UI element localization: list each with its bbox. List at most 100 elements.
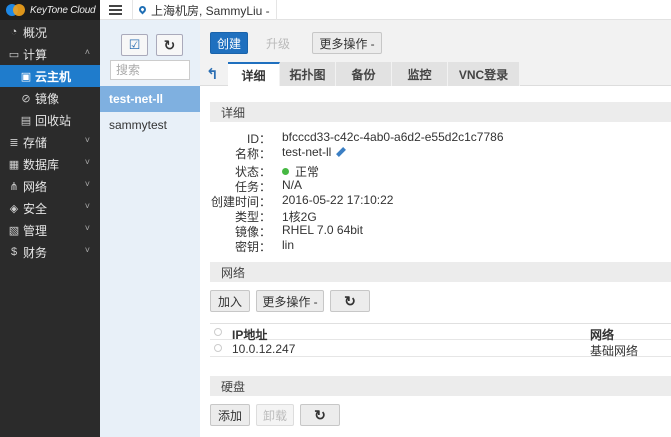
- tab-details[interactable]: 详细: [228, 62, 280, 86]
- sidebar-item-storage[interactable]: ≣ 存储 ˅: [0, 131, 100, 153]
- disk-section-header: 硬盘: [210, 376, 671, 396]
- sidebar-item-manage[interactable]: ▧ 管理 ˅: [0, 219, 100, 241]
- sidebar-item-image[interactable]: ⊘ 镜像: [0, 87, 100, 109]
- sidebar-item-recycle[interactable]: ▤ 回收站: [0, 109, 100, 131]
- detail-key: 名称：: [234, 147, 271, 161]
- tab-topology[interactable]: 拓扑图: [280, 62, 336, 86]
- detail-tabs: ↰ 详细 拓扑图 备份 监控 VNC登录: [200, 62, 671, 86]
- more-actions-button[interactable]: 更多操作 -: [312, 32, 382, 54]
- sidebar-item-compute[interactable]: ▭ 计算 ˄: [0, 43, 100, 65]
- unmount-disk-button[interactable]: 卸载: [256, 404, 294, 426]
- chevron-up-icon: ˄: [84, 47, 90, 57]
- detail-row-task: 任务： N/A: [200, 178, 671, 194]
- monitor-icon: ▭: [8, 48, 20, 61]
- edit-icon[interactable]: [336, 146, 347, 157]
- sidebar-item-label: 网络: [23, 179, 48, 194]
- add-disk-button[interactable]: 添加: [210, 404, 250, 426]
- tab-monitor[interactable]: 监控: [392, 62, 448, 86]
- chevron-down-icon: ˅: [84, 157, 90, 167]
- sidebar-item-vm[interactable]: ▣ 云主机: [0, 65, 100, 87]
- status-ok-icon: [282, 168, 289, 176]
- main-panel: 创建 升级 更多操作 - ↰ 详细 拓扑图 备份 监控 VNC登录 详细 ID：…: [200, 20, 671, 437]
- image-icon: ⊘: [21, 92, 31, 105]
- back-icon[interactable]: ↰: [206, 65, 219, 83]
- cell-network: 基础网络: [590, 344, 639, 358]
- sidebar-item-label: 回收站: [35, 113, 72, 128]
- search-input[interactable]: [110, 60, 190, 80]
- detail-value: bfcccd33-c42c-4ab0-a6d2-e55d2c1c7786: [282, 130, 504, 144]
- chevron-down-icon: ˅: [84, 223, 90, 233]
- dollar-icon: $: [10, 246, 18, 258]
- detail-row-key: 密钥： lin: [200, 238, 671, 254]
- detail-value: N/A: [282, 178, 303, 192]
- disk-refresh-button[interactable]: ↻: [300, 404, 340, 426]
- sidebar-item-label: 计算: [23, 47, 48, 62]
- detail-row-image: 镜像： RHEL 7.0 64bit: [200, 223, 671, 239]
- database-icon: ▦: [8, 158, 20, 171]
- select-all-checkbox[interactable]: [214, 328, 222, 336]
- details-section-header: 详细: [210, 102, 671, 122]
- sidebar-item-label: 存储: [23, 135, 48, 150]
- list-item[interactable]: sammytest: [100, 112, 200, 138]
- sidebar-item-label: 管理: [23, 223, 48, 238]
- trash-icon: ▤: [20, 114, 32, 127]
- detail-content: 详细 ID： bfcccd33-c42c-4ab0-a6d2-e55d2c1c77…: [200, 86, 671, 437]
- region-selector[interactable]: 上海机房, SammyLiu -: [132, 0, 277, 20]
- join-network-button[interactable]: 加入: [210, 290, 250, 312]
- tab-backup[interactable]: 备份: [336, 62, 392, 86]
- detail-key: 密钥：: [234, 240, 271, 254]
- chevron-down-icon: ˅: [84, 201, 90, 211]
- sidebar-nav: ◔ 概况 ▭ 计算 ˄ ▣ 云主机 ⊘ 镜像 ▤ 回收站 ≣ 存储 ˅ ▦ 数据库 ˅ ⋔ 网络 ˅ ◈…: [0, 20, 100, 263]
- cell-ip: 10.0.12.247: [232, 342, 296, 356]
- top-bar: 上海机房, SammyLiu -: [100, 0, 671, 20]
- location-pin-icon: [137, 4, 148, 14]
- sidebar-item-label: 数据库: [23, 157, 60, 172]
- vm-icon: ▣: [20, 70, 32, 83]
- chevron-down-icon: ˅: [84, 179, 90, 189]
- table-header-row: IP地址 网络: [210, 323, 671, 342]
- network-more-actions-button[interactable]: 更多操作 -: [256, 290, 324, 312]
- storage-icon: ≣: [9, 136, 19, 149]
- network-refresh-button[interactable]: ↻: [330, 290, 370, 312]
- table-row[interactable]: 10.0.12.247 基础网络: [210, 340, 671, 358]
- manage-icon: ▧: [8, 224, 20, 237]
- detail-row-type: 类型： 1核2G: [200, 208, 671, 224]
- detail-row-id: ID： bfcccd33-c42c-4ab0-a6d2-e55d2c1c7786: [200, 130, 671, 146]
- list-item[interactable]: test-net-ll: [100, 86, 200, 112]
- refresh-list-button[interactable]: ↻: [156, 34, 183, 56]
- sidebar-item-label: 安全: [23, 201, 48, 216]
- create-button[interactable]: 创建: [210, 32, 248, 54]
- sidebar-item-label: 财务: [23, 245, 48, 260]
- detail-row-name: 名称： test-net-ll: [200, 145, 671, 161]
- checkbox-icon: ☑: [128, 37, 141, 52]
- detail-value: RHEL 7.0 64bit: [282, 223, 363, 237]
- shield-icon: ◈: [9, 202, 19, 215]
- detail-value: 正常: [295, 165, 320, 179]
- detail-value-wrap: test-net-ll: [282, 145, 347, 159]
- menu-toggle-icon[interactable]: [109, 5, 122, 15]
- chevron-down-icon: ˅: [84, 135, 90, 145]
- sidebar-item-finance[interactable]: $ 财务 ˅: [0, 241, 100, 263]
- dashboard-icon: ◔: [10, 26, 18, 38]
- list-toolbar: ☑ ↻: [100, 20, 200, 84]
- network-icon: ⋔: [9, 180, 19, 193]
- sidebar-item-security[interactable]: ◈ 安全 ˅: [0, 197, 100, 219]
- row-checkbox[interactable]: [214, 344, 222, 352]
- logo-icon: [6, 3, 26, 17]
- sidebar-item-label: 云主机: [35, 69, 72, 84]
- tab-vnc[interactable]: VNC登录: [448, 62, 520, 86]
- sidebar-item-network[interactable]: ⋔ 网络 ˅: [0, 175, 100, 197]
- refresh-icon: ↻: [314, 406, 326, 423]
- network-section-header: 网络: [210, 262, 671, 282]
- refresh-icon: ↻: [344, 292, 356, 309]
- select-all-button[interactable]: ☑: [121, 34, 148, 56]
- upgrade-button[interactable]: 升级: [256, 32, 300, 54]
- sidebar-item-overview[interactable]: ◔ 概况: [0, 21, 100, 43]
- sidebar-item-database[interactable]: ▦ 数据库 ˅: [0, 153, 100, 175]
- brand-logo[interactable]: KeyTone Cloud: [0, 0, 100, 20]
- sidebar-item-label: 概况: [23, 25, 48, 40]
- refresh-icon: ↻: [163, 36, 176, 53]
- detail-value: lin: [282, 238, 295, 252]
- instance-list-panel: ☑ ↻ test-net-ll sammytest: [100, 20, 200, 437]
- network-table: IP地址 网络 10.0.12.247 基础网络: [210, 323, 671, 358]
